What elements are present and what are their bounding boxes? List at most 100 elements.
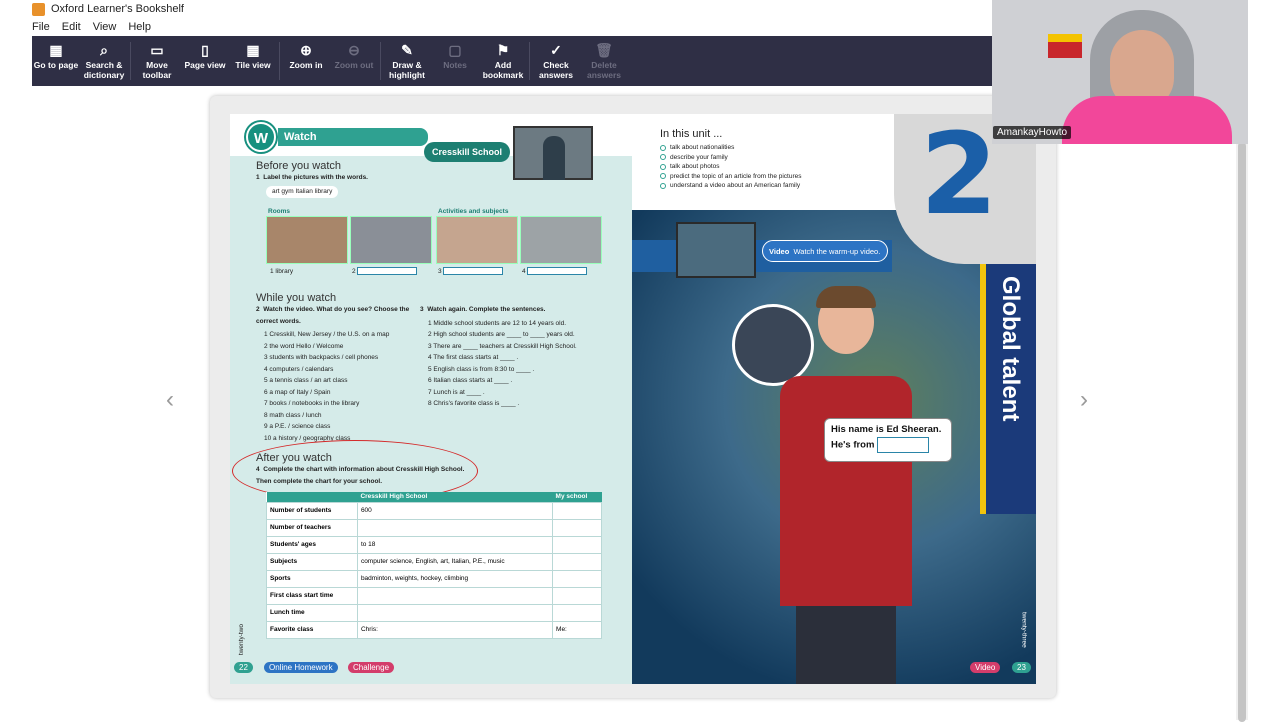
answer-field[interactable] — [552, 586, 602, 605]
chart-header-empty — [266, 492, 358, 502]
answer-field[interactable] — [356, 518, 554, 537]
answer-field[interactable] — [552, 518, 602, 537]
flag-decoration — [1048, 34, 1082, 58]
ex2-item[interactable]: 4 computers / calendars — [264, 364, 416, 376]
toolbar-divider — [130, 42, 131, 80]
left-margin — [0, 0, 32, 720]
exercise-1: 1 Label the pictures with the words. — [256, 172, 368, 184]
menu-help[interactable]: Help — [128, 21, 151, 33]
person-figure — [543, 136, 565, 180]
ex3-item[interactable]: 1 Middle school students are 12 to 14 ye… — [428, 318, 620, 330]
answer-field[interactable] — [552, 603, 602, 622]
table-row: Number of students 600 — [266, 501, 602, 520]
answer-field[interactable] — [357, 267, 418, 276]
ex2-item[interactable]: 8 math class / lunch — [264, 410, 416, 422]
draw-highlight-button[interactable]: ✎ Draw & highlight — [383, 36, 431, 86]
ex2-item[interactable]: 6 a map of Italy / Spain — [264, 387, 416, 399]
school-chart: Cresskill High School My school Number of… — [266, 492, 602, 652]
page-side-text: twenty-two — [238, 624, 245, 656]
ex2-item[interactable]: 2 the word Hello / Welcome — [264, 341, 416, 353]
page-icon: ▯ — [201, 42, 209, 58]
ex2-item[interactable]: 1 Cresskill, New Jersey / the U.S. on a … — [264, 329, 416, 341]
chart-header-cresskill: Cresskill High School — [357, 492, 553, 502]
answer-field[interactable] — [443, 267, 504, 276]
answer-field[interactable] — [356, 586, 554, 605]
while-you-watch-heading: While you watch — [256, 292, 337, 304]
prev-page-arrow-icon[interactable]: ‹ — [166, 386, 174, 414]
ex3-item[interactable]: 2 High school students are ____ to ____ … — [428, 329, 620, 341]
menu-bar: File Edit View Help — [32, 18, 992, 36]
ex3-item[interactable]: 5 English class is from 8:30 to ____ . — [428, 364, 620, 376]
page-number-right: 23 — [1012, 662, 1031, 673]
zoom-out-button[interactable]: ⊖ Zoom out — [330, 36, 378, 86]
ex3-item[interactable]: 4 The first class starts at ____ . — [428, 352, 620, 364]
exercise-2: 2 Watch the video. What do you see? Choo… — [256, 304, 416, 444]
tile-view-button[interactable]: ▦ Tile view — [229, 36, 277, 86]
warm-up-video-button[interactable]: Video Watch the warm-up video. — [762, 240, 888, 262]
answer-field[interactable]: Me: — [552, 620, 602, 639]
next-page-arrow-icon[interactable]: › — [1080, 386, 1088, 414]
boy-shirt — [780, 376, 912, 606]
check-icon: ✓ — [550, 42, 562, 58]
delete-answers-button[interactable]: 🗑 Delete answers — [580, 36, 628, 86]
bullet-icon — [660, 173, 666, 180]
answer-field[interactable]: 600 — [356, 501, 554, 520]
exercise-3-items: 1 Middle school students are 12 to 14 ye… — [420, 318, 620, 410]
presenter-name-label: AmankayHowto — [993, 126, 1072, 139]
answer-field[interactable] — [552, 501, 602, 520]
menu-edit[interactable]: Edit — [62, 21, 81, 33]
answer-field[interactable]: to 18 — [356, 535, 554, 554]
search-dictionary-button[interactable]: ⌕ Search & dictionary — [80, 36, 128, 86]
photo-answer-3[interactable]: 3 — [438, 266, 504, 278]
online-homework-link[interactable]: Online Homework — [264, 662, 338, 673]
word-box: art gym Italian library — [266, 186, 339, 198]
table-row: First class start time — [266, 586, 602, 605]
photo-answer-2[interactable]: 2 — [352, 266, 418, 278]
photo-answer-1[interactable]: 1 library — [270, 266, 293, 278]
photo-answer-4[interactable]: 4 — [522, 266, 588, 278]
watch-badge: W — [246, 122, 276, 152]
ex2-item[interactable]: 9 a P.E. / science class — [264, 421, 416, 433]
answer-field[interactable] — [552, 552, 602, 571]
check-answers-button[interactable]: ✓ Check answers — [532, 36, 580, 86]
ex2-item[interactable]: 3 students with backpacks / cell phones — [264, 352, 416, 364]
ex2-item[interactable]: 5 a tennis class / an art class — [264, 375, 416, 387]
table-row: Sports badminton, weights, hockey, climbi… — [266, 569, 602, 588]
ex3-item[interactable]: 7 Lunch is at ____ . — [428, 387, 620, 399]
ex2-item[interactable]: 7 books / notebooks in the library — [264, 398, 416, 410]
presenter-shirt — [1062, 96, 1232, 144]
zoom-in-button[interactable]: ⊕ Zoom in — [282, 36, 330, 86]
ex3-item[interactable]: 3 There are ____ teachers at Cresskill H… — [428, 341, 620, 353]
video-footer-link[interactable]: Video — [970, 662, 1001, 673]
answer-field[interactable] — [877, 437, 930, 453]
answer-field[interactable] — [552, 535, 602, 554]
page-view-button[interactable]: ▯ Page view — [181, 36, 229, 86]
list-item: talk about nationalities — [660, 143, 802, 153]
add-bookmark-button[interactable]: ⚑ Add bookmark — [479, 36, 527, 86]
unit-objectives: In this unit ... talk about nationalitie… — [660, 128, 802, 191]
video-thumbnail[interactable] — [513, 126, 593, 180]
answer-field[interactable]: Chris: — [356, 620, 554, 639]
school-chart-table: Cresskill High School My school Number of… — [266, 492, 602, 639]
bullet-icon — [660, 154, 666, 161]
speech-bubble: His name is Ed Sheeran. He's from — [824, 418, 952, 462]
warm-up-video-thumbnail[interactable] — [676, 222, 756, 278]
list-item: understand a video about an American fam… — [660, 181, 802, 191]
chart-header-my-school: My school — [552, 492, 602, 502]
ex3-item[interactable]: 8 Chris's favorite class is ____ . — [428, 398, 620, 410]
answer-field[interactable] — [356, 603, 554, 622]
answer-field[interactable] — [552, 569, 602, 588]
left-page: W Watch Cresskill School Before you watc… — [230, 114, 632, 684]
toolbar-divider — [279, 42, 280, 80]
scrollbar-thumb[interactable] — [1238, 142, 1246, 722]
menu-view[interactable]: View — [93, 21, 117, 33]
photo-art — [436, 216, 518, 264]
go-to-page-button[interactable]: ▦ Go to page — [32, 36, 80, 86]
challenge-link[interactable]: Challenge — [348, 662, 395, 673]
vertical-scrollbar[interactable] — [1236, 86, 1248, 722]
menu-file[interactable]: File — [32, 21, 50, 33]
ex3-item[interactable]: 6 Italian class starts at ____ . — [428, 375, 620, 387]
answer-field[interactable] — [527, 267, 588, 276]
notes-button[interactable]: ▢ Notes — [431, 36, 479, 86]
move-toolbar-button[interactable]: ▭ Move toolbar — [133, 36, 181, 86]
